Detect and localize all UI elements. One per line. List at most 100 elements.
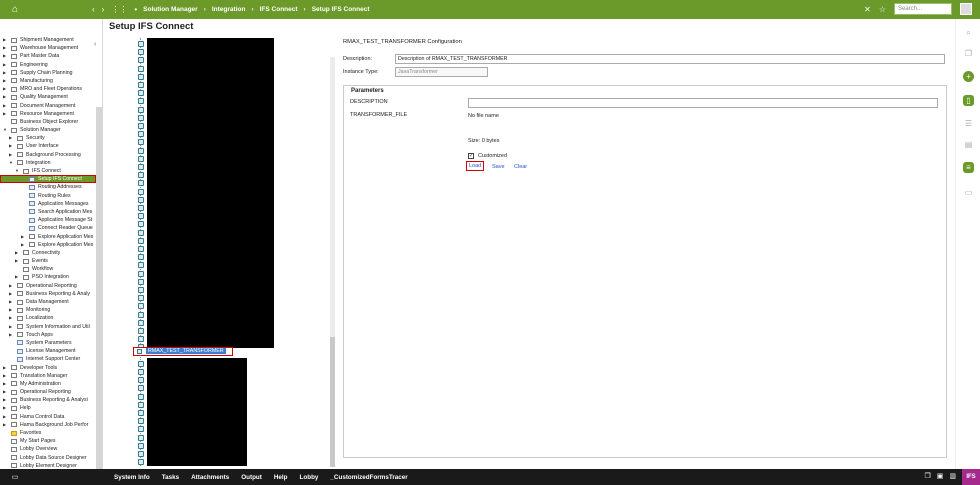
expand-arrow-icon[interactable]: ▶ bbox=[9, 314, 14, 322]
bottom-bar-item[interactable]: Lobby bbox=[300, 474, 319, 481]
sidebar-item[interactable]: Lobby Data Source Designer bbox=[0, 454, 96, 462]
tree-node-icon[interactable] bbox=[138, 213, 144, 220]
sidebar-item[interactable]: Workflow bbox=[0, 265, 96, 273]
sidebar-item[interactable]: ▶ Explore Application Mes bbox=[0, 241, 96, 249]
tree-node-icon[interactable] bbox=[138, 123, 144, 129]
sidebar-item[interactable]: ▶ Shipment Management bbox=[0, 36, 96, 44]
expand-arrow-icon[interactable]: ▶ bbox=[9, 323, 14, 331]
tree-node-icon[interactable] bbox=[138, 385, 144, 392]
tree-node-icon[interactable] bbox=[138, 82, 144, 88]
tree-node-icon[interactable] bbox=[138, 155, 144, 162]
sidebar-item[interactable]: License Management bbox=[0, 347, 96, 355]
expand-arrow-icon[interactable]: ▶ bbox=[3, 93, 8, 101]
sidebar-item[interactable]: Setup IFS Connect bbox=[0, 175, 96, 184]
tree-node-icon[interactable] bbox=[138, 360, 144, 367]
expand-arrow-icon[interactable]: ▶ bbox=[21, 233, 26, 241]
tree-node-icon[interactable] bbox=[138, 295, 144, 302]
sidebar-item[interactable]: ▶ Touch Apps bbox=[0, 331, 96, 339]
breadcrumb-item[interactable]: Solution Manager bbox=[143, 6, 198, 13]
load-button[interactable]: Load bbox=[466, 161, 485, 171]
tree-node-icon[interactable] bbox=[138, 254, 144, 261]
window-icon[interactable]: ❐ bbox=[924, 472, 930, 480]
sidebar-item[interactable]: ▶ Manufacturing bbox=[0, 77, 96, 85]
expand-arrow-icon[interactable]: ▶ bbox=[3, 110, 8, 118]
tree-node-icon[interactable] bbox=[138, 139, 144, 146]
expand-arrow-icon[interactable]: ▶ bbox=[9, 298, 14, 306]
sidebar-item[interactable]: Favorites bbox=[0, 429, 96, 437]
tree-node-icon[interactable] bbox=[138, 131, 144, 138]
sidebar-item[interactable]: System Parameters bbox=[0, 339, 96, 347]
tree-node-icon[interactable] bbox=[138, 221, 144, 228]
search-icon[interactable]: ⌕ bbox=[963, 27, 974, 38]
breadcrumb-item[interactable]: Integration bbox=[212, 6, 246, 13]
sidebar-item[interactable]: ▶ Security bbox=[0, 134, 96, 142]
mobile-icon[interactable]: ▯ bbox=[963, 95, 974, 106]
tree-node-icon[interactable] bbox=[138, 49, 144, 56]
sidebar-item[interactable]: ▶ MRO and Fleet Operations bbox=[0, 85, 96, 93]
sidebar-item[interactable]: ▼ Integration bbox=[0, 159, 96, 167]
forward-icon[interactable]: › bbox=[102, 5, 105, 14]
list-icon[interactable]: ☰ bbox=[963, 118, 974, 129]
tree-node-icon[interactable] bbox=[138, 246, 144, 252]
tree-node-icon[interactable] bbox=[138, 147, 144, 154]
tree-node-icon[interactable] bbox=[138, 303, 144, 310]
home-icon[interactable]: ⌂ bbox=[0, 0, 30, 19]
tree-node-icon[interactable] bbox=[138, 41, 144, 47]
expand-arrow-icon[interactable]: ▶ bbox=[3, 404, 8, 412]
expand-arrow-icon[interactable]: ▶ bbox=[3, 36, 8, 44]
expand-arrow-icon[interactable]: ▶ bbox=[3, 52, 8, 60]
expand-arrow-icon[interactable]: ▶ bbox=[15, 249, 20, 257]
add-icon[interactable]: + bbox=[963, 71, 974, 82]
expand-arrow-icon[interactable]: ▶ bbox=[3, 102, 8, 110]
expand-arrow-icon[interactable]: ▶ bbox=[9, 282, 14, 290]
tree-node-icon[interactable] bbox=[138, 311, 144, 318]
sidebar-item[interactable]: ▼ IFS Connect bbox=[0, 167, 96, 175]
sidebar-item[interactable]: ▶ User Interface bbox=[0, 142, 96, 150]
expand-arrow-icon[interactable]: ▶ bbox=[3, 421, 8, 429]
tree-node-icon[interactable] bbox=[138, 57, 144, 64]
tree-node-icon[interactable] bbox=[138, 114, 144, 121]
back-icon[interactable]: ‹ bbox=[92, 5, 95, 14]
sidebar-item[interactable]: ▶ Quality Management bbox=[0, 93, 96, 101]
expand-arrow-icon[interactable]: ▶ bbox=[3, 77, 8, 85]
sidebar-item[interactable]: ▶ Business Reporting & Analy bbox=[0, 290, 96, 298]
tree-node-icon[interactable] bbox=[138, 336, 144, 343]
sidebar-item[interactable]: ▶ Background Processing bbox=[0, 151, 96, 159]
sidebar-toggle-icon[interactable]: ▥ bbox=[949, 472, 956, 480]
bottom-bar-item[interactable]: System Info bbox=[114, 474, 150, 481]
param-description-field[interactable] bbox=[468, 98, 938, 108]
expand-arrow-icon[interactable]: ▶ bbox=[9, 151, 14, 159]
sidebar-item[interactable]: Routing Rules bbox=[0, 192, 96, 200]
tree-node-icon[interactable] bbox=[138, 328, 144, 334]
sidebar-item[interactable]: ▶ Explore Application Mes bbox=[0, 233, 96, 241]
sidebar-item[interactable]: ▶ Connectivity bbox=[0, 249, 96, 257]
expand-arrow-icon[interactable]: ▶ bbox=[9, 306, 14, 314]
expand-arrow-icon[interactable]: ▶ bbox=[3, 372, 8, 380]
sidebar-item[interactable]: ▶ Developer Tools bbox=[0, 364, 96, 372]
expand-arrow-icon[interactable]: ▶ bbox=[3, 61, 8, 69]
tree-node-icon[interactable] bbox=[138, 393, 144, 400]
tree-node-icon[interactable] bbox=[138, 278, 144, 285]
sidebar-item[interactable]: Routing Addresses bbox=[0, 183, 96, 191]
customized-checkbox[interactable]: ✓ bbox=[468, 153, 474, 159]
save-button[interactable]: Save bbox=[492, 164, 505, 170]
sidebar-item[interactable]: Application Message St bbox=[0, 216, 96, 224]
expand-arrow-icon[interactable]: ▶ bbox=[3, 396, 8, 404]
expand-arrow-icon[interactable]: ▶ bbox=[3, 388, 8, 396]
sidebar-item[interactable]: Internet Support Center bbox=[0, 355, 96, 363]
sidebar-item[interactable]: ▶ Resource Management bbox=[0, 110, 96, 118]
document-icon[interactable]: ▤ bbox=[963, 139, 974, 150]
tree-node-icon[interactable] bbox=[138, 73, 144, 80]
expand-arrow-icon[interactable]: ▶ bbox=[3, 364, 8, 372]
attachment-icon[interactable]: ▭ bbox=[963, 187, 974, 198]
sidebar-item[interactable]: ▶ Hama Control Data bbox=[0, 413, 96, 421]
avatar[interactable] bbox=[960, 3, 972, 15]
sidebar-scrollbar[interactable] bbox=[96, 107, 102, 469]
tree-node-icon[interactable] bbox=[138, 237, 144, 244]
description-field[interactable]: Description of RMAX_TEST_TRANSFORMER bbox=[395, 54, 945, 64]
breadcrumb-item[interactable]: Setup IFS Connect bbox=[312, 6, 370, 13]
sidebar-item[interactable]: ▶ PSO Integration bbox=[0, 273, 96, 281]
tree-node-icon[interactable] bbox=[138, 426, 144, 433]
sidebar-item[interactable]: ▶ My Administration bbox=[0, 380, 96, 388]
collapse-arrow-icon[interactable]: ▼ bbox=[3, 126, 8, 134]
